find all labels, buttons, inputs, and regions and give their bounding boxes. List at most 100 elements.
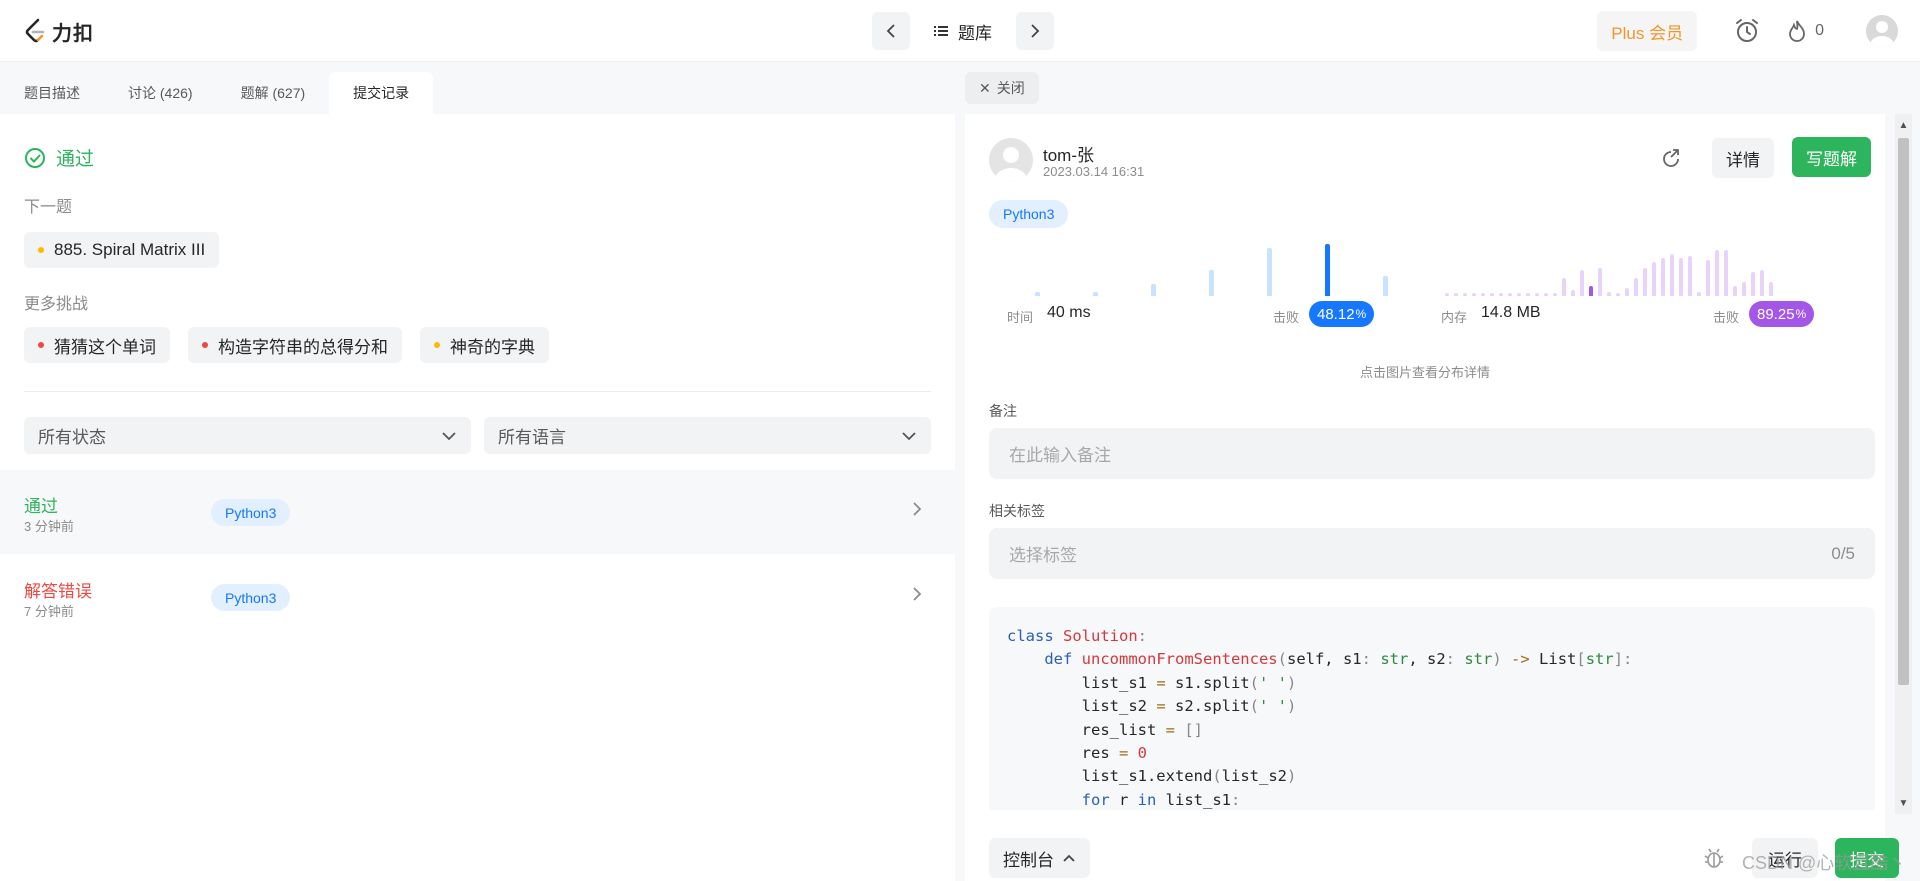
- streak-counter[interactable]: 0: [1787, 19, 1824, 43]
- difficulty-dot: [202, 342, 208, 348]
- status-filter-value: 所有状态: [38, 428, 106, 447]
- submission-row[interactable]: 通过 3 分钟前 Python3: [0, 470, 955, 554]
- debug-icon[interactable]: [1702, 846, 1726, 870]
- challenge-chip[interactable]: 构造字符串的总得分和: [188, 327, 402, 363]
- memory-label: 内存: [1441, 310, 1468, 325]
- tab-solutions[interactable]: 题解 (627): [217, 72, 330, 114]
- runtime-distribution[interactable]: 时间 40 ms 击败 48.12%: [989, 244, 1409, 328]
- language-filter-select[interactable]: 所有语言: [484, 417, 931, 454]
- console-label: 控制台: [1003, 850, 1054, 870]
- tags-select[interactable]: 选择标签 0/5: [989, 528, 1875, 579]
- prev-problem-button[interactable]: [872, 12, 910, 50]
- share-icon[interactable]: [1658, 146, 1684, 172]
- chevron-left-icon: [886, 24, 895, 38]
- leetcode-logo[interactable]: 力扣: [24, 16, 94, 46]
- memory-histogram-bar: [1670, 254, 1674, 296]
- memory-histogram-bar: [1481, 293, 1485, 296]
- memory-histogram-bar: [1733, 286, 1737, 296]
- next-problem-button[interactable]: [1016, 12, 1054, 50]
- runtime-label: 时间: [1007, 310, 1034, 325]
- write-solution-button[interactable]: 写题解: [1792, 137, 1871, 177]
- memory-beat-badge: 89.25%: [1749, 301, 1815, 327]
- runtime-histogram-bar: [1267, 248, 1272, 296]
- chevron-right-icon: [913, 587, 922, 601]
- challenge-label: 构造字符串的总得分和: [218, 337, 388, 357]
- note-input[interactable]: 在此输入备注: [989, 428, 1875, 479]
- code-editor[interactable]: class Solution: def uncommonFromSentence…: [989, 607, 1875, 810]
- note-placeholder: 在此输入备注: [1009, 446, 1111, 465]
- runtime-beat-value: 48.12: [1317, 305, 1355, 323]
- memory-histogram-bar: [1544, 293, 1548, 296]
- memory-histogram-bar: [1679, 258, 1683, 296]
- user-avatar-menu[interactable]: [1866, 15, 1898, 47]
- memory-histogram[interactable]: [1441, 244, 1861, 296]
- status-filter-select[interactable]: 所有状态: [24, 417, 471, 454]
- difficulty-dot: [38, 247, 44, 253]
- runtime-beat-label: 击败: [1273, 310, 1300, 325]
- memory-beat-unit: %: [1795, 307, 1807, 321]
- divider: [24, 391, 931, 392]
- runtime-histogram-bar: [1383, 276, 1388, 296]
- memory-beat-value: 89.25: [1757, 305, 1795, 323]
- runtime-histogram[interactable]: [989, 244, 1409, 296]
- detail-button[interactable]: 详情: [1712, 138, 1774, 178]
- runtime-histogram-bar: [1093, 292, 1098, 296]
- memory-histogram-bar: [1553, 293, 1557, 296]
- scroll-down-arrow-icon[interactable]: ▼: [1896, 796, 1911, 812]
- runtime-beat-unit: %: [1355, 307, 1367, 321]
- memory-histogram-bar: [1454, 293, 1458, 296]
- runtime-histogram-bar: [1325, 244, 1330, 296]
- scroll-up-arrow-icon[interactable]: ▲: [1896, 118, 1911, 134]
- tab-description[interactable]: 题目描述: [0, 72, 104, 114]
- navbar-right: Plus 会员 0: [1597, 10, 1920, 52]
- memory-distribution[interactable]: 内存 14.8 MB 击败 89.25%: [1441, 244, 1861, 328]
- chevron-down-icon: [902, 431, 916, 440]
- memory-histogram-bar: [1652, 262, 1656, 296]
- memory-histogram-bar: [1580, 270, 1584, 296]
- memory-histogram-bar: [1499, 293, 1503, 296]
- tab-discussion[interactable]: 讨论 (426): [104, 72, 217, 114]
- memory-histogram-bar: [1598, 268, 1602, 296]
- plus-member-button[interactable]: Plus 会员: [1597, 11, 1698, 51]
- streak-count: 0: [1815, 22, 1824, 39]
- leetcode-logo-icon: [25, 18, 45, 43]
- scrollbar-thumb[interactable]: [1898, 138, 1909, 685]
- default-avatar-icon: [1870, 21, 1894, 47]
- memory-histogram-bar: [1463, 293, 1467, 296]
- fire-icon: [1789, 20, 1805, 42]
- more-challenges-heading: 更多挑战: [24, 296, 89, 313]
- submission-row[interactable]: 解答错误 7 分钟前 Python3: [0, 555, 955, 639]
- top-navbar: 力扣 题库 Plus 会员 0: [0, 0, 1920, 62]
- memory-histogram-bar: [1616, 293, 1620, 296]
- submission-detail-panel: tom-张 2023.03.14 16:31 详情 写题解 Python3 时间…: [965, 114, 1899, 881]
- problem-bank-button[interactable]: 题库: [920, 12, 1006, 50]
- memory-histogram-bar: [1562, 278, 1566, 296]
- memory-histogram-bar: [1724, 250, 1728, 296]
- console-button[interactable]: 控制台: [989, 838, 1090, 878]
- challenge-chip[interactable]: 神奇的字典: [420, 327, 549, 363]
- runtime-histogram-bar: [1035, 292, 1040, 296]
- close-label: 关闭: [996, 80, 1025, 96]
- memory-histogram-bar: [1508, 293, 1512, 296]
- memory-histogram-bar: [1634, 278, 1638, 296]
- close-icon: ✕: [979, 79, 991, 96]
- submission-status: 通过: [24, 497, 58, 516]
- alarm-clock-icon[interactable]: [1733, 17, 1761, 45]
- submissions-panel: 通过 下一题 885. Spiral Matrix III 更多挑战 猜猜这个单…: [0, 114, 955, 881]
- challenge-chip[interactable]: 猜猜这个单词: [24, 327, 170, 363]
- memory-histogram-bar: [1490, 293, 1494, 296]
- problem-bank-label: 题库: [958, 23, 992, 43]
- memory-histogram-bar: [1751, 272, 1755, 296]
- check-circle-icon: [25, 147, 45, 168]
- memory-histogram-bar: [1607, 292, 1611, 296]
- tab-submissions[interactable]: 提交记录: [329, 72, 434, 114]
- submitter-name[interactable]: tom-张: [1043, 141, 1094, 166]
- submitter-avatar[interactable]: [989, 138, 1033, 182]
- memory-histogram-bar: [1472, 293, 1476, 296]
- memory-histogram-bar: [1769, 282, 1773, 296]
- accepted-status-label: 通过: [56, 149, 95, 170]
- close-detail-button[interactable]: ✕ 关闭: [965, 72, 1039, 104]
- memory-histogram-bar: [1661, 258, 1665, 296]
- next-problem-chip[interactable]: 885. Spiral Matrix III: [24, 232, 220, 268]
- list-icon: [934, 26, 948, 36]
